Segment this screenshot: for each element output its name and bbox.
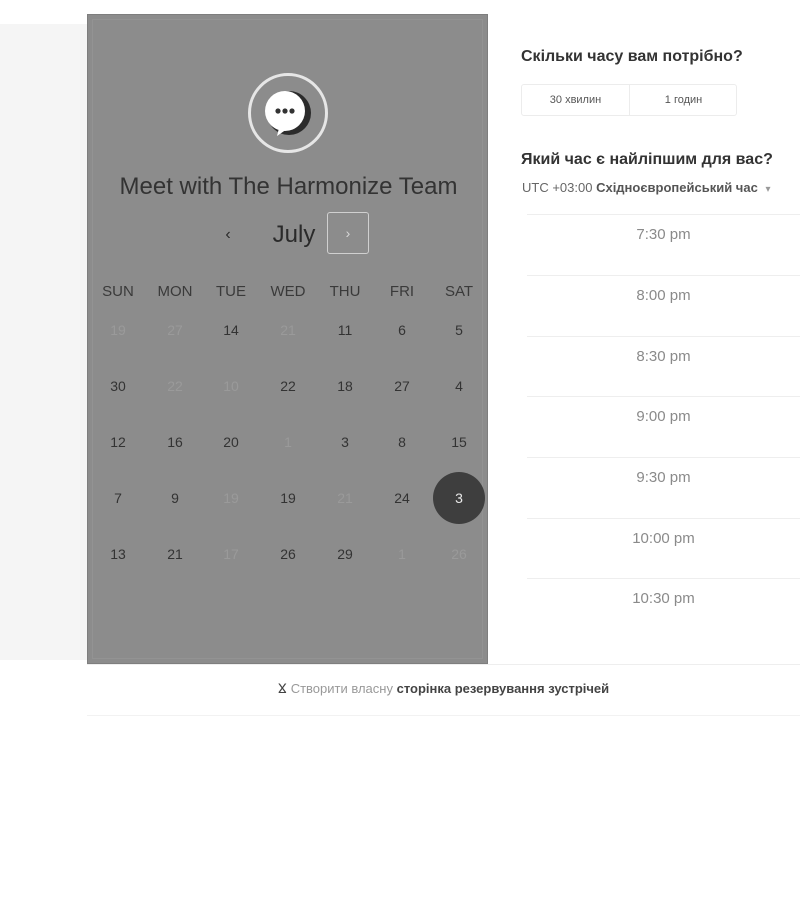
calendar-day[interactable]: 16 [151, 427, 199, 457]
month-navigation: ‹ July › [88, 212, 489, 257]
page-title: Meet with The Harmonize Team [119, 173, 458, 200]
time-slot-button[interactable]: 8:30 pm [527, 336, 800, 377]
duration-option-1-hour[interactable]: 1 годин [630, 85, 737, 115]
weekday-header: SUN MON TUE WED THU FRI SAT [88, 283, 489, 303]
footer-text: ⴴ Створити власну сторінка резервування з… [87, 681, 800, 697]
calendar-day[interactable]: 29 [321, 539, 369, 569]
weekday-label: SAT [444, 283, 474, 300]
time-slot-button[interactable]: 8:00 pm [527, 275, 800, 316]
calendar-day[interactable]: 27 [378, 371, 426, 401]
calendar-day[interactable]: 1 [264, 427, 312, 457]
month-label: July [272, 221, 316, 248]
calendar-day[interactable]: 21 [264, 315, 312, 345]
chat-bubble-icon [265, 91, 311, 136]
calendar-day[interactable]: 7 [94, 483, 142, 513]
calendar-day[interactable]: 10 [207, 371, 255, 401]
weekday-label: FRI [389, 283, 415, 300]
calendar-day[interactable]: 1 [378, 539, 426, 569]
calendar-day[interactable]: 5 [435, 315, 483, 345]
calendar-day[interactable]: 13 [94, 539, 142, 569]
time-question: Який час є найліпшим для вас? [521, 151, 773, 168]
calendar-day[interactable]: 6 [378, 315, 426, 345]
duration-selector: 30 хвилин 1 годин [521, 84, 737, 116]
calendar-day[interactable]: 8 [378, 427, 426, 457]
duration-question: Скільки часу вам потрібно? [521, 48, 743, 65]
organizer-avatar [248, 73, 328, 153]
weekday-label: WED [270, 283, 306, 300]
calendar-day[interactable]: 9 [151, 483, 199, 513]
calendar-day[interactable]: 18 [321, 371, 369, 401]
calendar-day[interactable]: 14 [207, 315, 255, 345]
calendar-day[interactable]: 19 [94, 315, 142, 345]
calendar-panel: Meet with The Harmonize Team ‹ July › SU… [87, 14, 488, 664]
time-slot-button[interactable]: 10:00 pm [527, 518, 800, 559]
calendar-day[interactable]: 22 [151, 371, 199, 401]
calendar-day[interactable]: 20 [207, 427, 255, 457]
calendar-day[interactable]: 27 [151, 315, 199, 345]
hubspot-sprocket-icon: ⴴ [277, 681, 287, 696]
calendar-day[interactable]: 4 [435, 371, 483, 401]
create-booking-page-link[interactable]: сторінка резервування зустрічей [397, 681, 610, 696]
time-slot-button[interactable]: 10:30 pm [527, 578, 800, 619]
timezone-selector[interactable]: UTC +03:00 Східноєвропейський час ▾ [522, 180, 770, 195]
weekday-label: SUN [102, 283, 134, 300]
calendar-day[interactable]: 26 [435, 539, 483, 569]
time-slot-button[interactable]: 9:00 pm [527, 396, 800, 437]
calendar-day[interactable]: 19 [207, 483, 255, 513]
calendar-day[interactable]: 24 [378, 483, 426, 513]
chevron-down-icon: ▾ [765, 184, 771, 195]
calendar-day[interactable]: 22 [264, 371, 312, 401]
calendar-day[interactable]: 15 [435, 427, 483, 457]
calendar-day[interactable]: 19 [264, 483, 312, 513]
next-month-button[interactable]: › [327, 212, 369, 254]
time-slot-button[interactable]: 9:30 pm [527, 457, 800, 498]
weekday-label: TUE [216, 283, 246, 300]
selected-day[interactable]: 3 [433, 472, 485, 524]
calendar-day[interactable]: 12 [94, 427, 142, 457]
day-grid: 19 27 14 21 11 6 5 30 22 10 22 18 27 4 12 16 20 1 3 8 15 7 9 19… [88, 315, 489, 615]
calendar-day[interactable]: 21 [151, 539, 199, 569]
background-strip [0, 24, 88, 660]
calendar-day[interactable]: 30 [94, 371, 142, 401]
duration-option-30-min[interactable]: 30 хвилин [522, 85, 629, 115]
footer-prefix: Створити власну [290, 681, 393, 696]
calendar-day[interactable]: 3 [321, 427, 369, 457]
footer: ⴴ Створити власну сторінка резервування з… [87, 664, 800, 716]
calendar-day[interactable]: 26 [264, 539, 312, 569]
time-slot-button[interactable]: 7:30 pm [527, 214, 800, 255]
timezone-offset: UTC +03:00 [522, 180, 593, 195]
timezone-name: Східноєвропейський час [596, 180, 758, 195]
calendar-day[interactable]: 17 [207, 539, 255, 569]
calendar-day[interactable]: 11 [321, 315, 369, 345]
previous-month-button[interactable]: ‹ [216, 223, 240, 247]
weekday-label: THU [329, 283, 361, 300]
calendar-day[interactable]: 21 [321, 483, 369, 513]
weekday-label: MON [157, 283, 193, 300]
